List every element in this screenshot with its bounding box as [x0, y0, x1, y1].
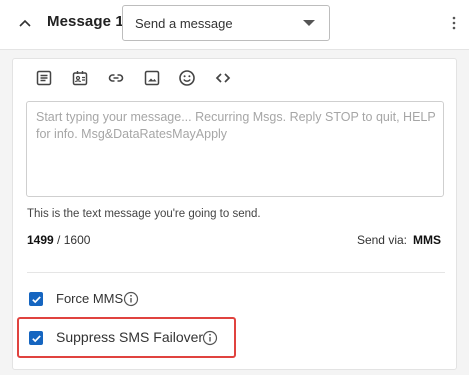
force-mms-label: Force MMS [56, 291, 124, 306]
message-type-dropdown[interactable]: Send a message [122, 5, 330, 41]
character-count-remaining: 1499 [27, 233, 54, 247]
dropdown-selected-value: Send a message [135, 16, 233, 31]
code-icon[interactable] [213, 68, 233, 88]
character-count-separator: / [53, 233, 64, 247]
info-icon[interactable] [123, 291, 139, 307]
text-template-icon[interactable] [34, 68, 54, 88]
character-count: 1499 / 1600 [27, 233, 90, 247]
highlight-box [17, 317, 236, 358]
contact-card-icon[interactable] [70, 68, 90, 88]
send-via-label: Send via: [356, 233, 407, 247]
send-via-value: MMS [413, 233, 441, 247]
message-header: Message 1 Send a message [0, 0, 469, 50]
character-count-max: 1600 [63, 233, 91, 247]
emoji-icon[interactable] [177, 68, 197, 88]
caret-down-icon [303, 20, 315, 26]
chevron-up-icon[interactable] [17, 15, 33, 31]
divider [27, 272, 445, 273]
message-textarea[interactable]: Start typing your message... Recurring M… [26, 101, 444, 197]
message-helper-text: This is the text message you're going to… [27, 208, 261, 220]
message-title: Message 1 [47, 13, 124, 30]
send-via-indicator: Send via: MMS [357, 233, 441, 247]
more-options-icon[interactable] [452, 16, 456, 30]
message-placeholder: Start typing your message... Recurring M… [36, 110, 436, 141]
image-icon[interactable] [142, 68, 162, 88]
force-mms-checkbox[interactable] [29, 292, 43, 306]
link-icon[interactable] [106, 68, 126, 88]
